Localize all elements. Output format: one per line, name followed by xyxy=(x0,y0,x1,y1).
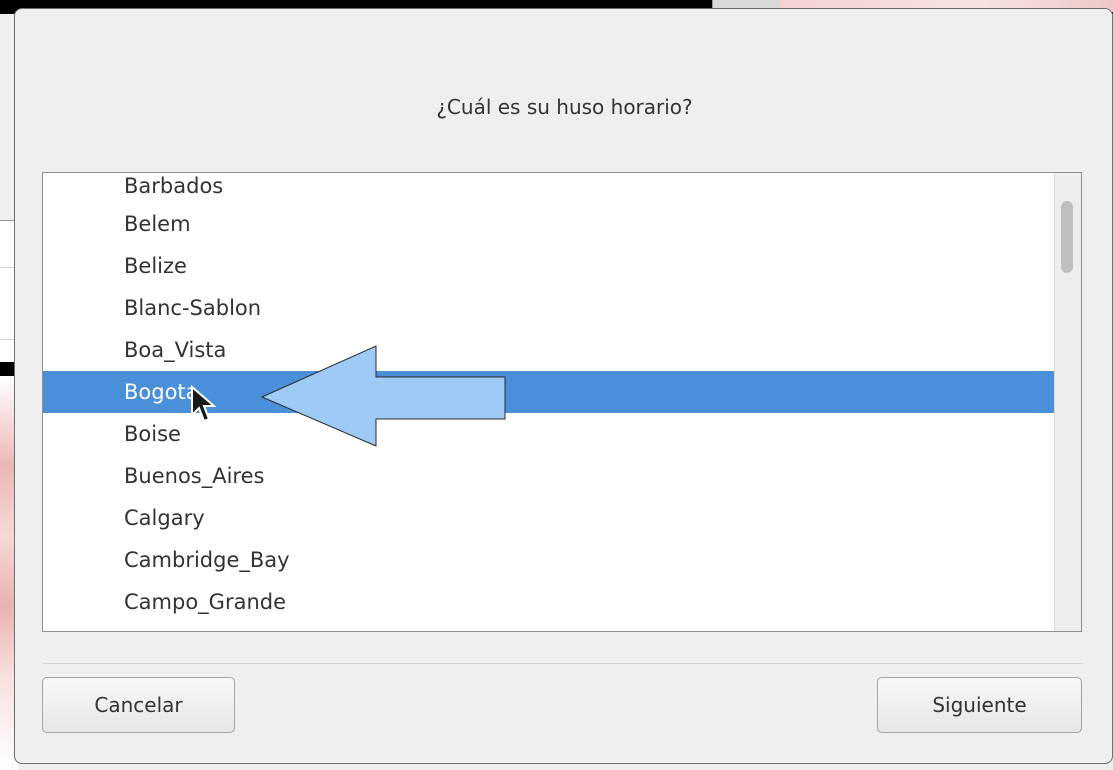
dialog-title: ¿Cuál es su huso horario? xyxy=(436,95,693,119)
timezone-item[interactable]: Boa_Vista xyxy=(43,329,1054,371)
next-button[interactable]: Siguiente xyxy=(877,677,1082,733)
timezone-item[interactable]: Belem xyxy=(43,203,1054,245)
timezone-item[interactable]: Campo_Grande xyxy=(43,581,1054,623)
scrollbar-thumb[interactable] xyxy=(1061,201,1073,273)
timezone-item[interactable]: Blanc-Sablon xyxy=(43,287,1054,329)
timezone-item[interactable]: Cambridge_Bay xyxy=(43,539,1054,581)
button-separator xyxy=(42,663,1082,664)
timezone-dialog: ¿Cuál es su huso horario? Barbados Belem B… xyxy=(14,8,1113,764)
timezone-item[interactable]: Barbados xyxy=(43,173,1054,203)
mouse-pointer-icon xyxy=(191,385,216,423)
timezone-item[interactable]: Buenos_Aires xyxy=(43,455,1054,497)
timezone-item[interactable]: Belize xyxy=(43,245,1054,287)
vertical-scrollbar[interactable] xyxy=(1054,173,1081,631)
timezone-item[interactable]: Calgary xyxy=(43,497,1054,539)
cancel-button[interactable]: Cancelar xyxy=(42,677,235,733)
